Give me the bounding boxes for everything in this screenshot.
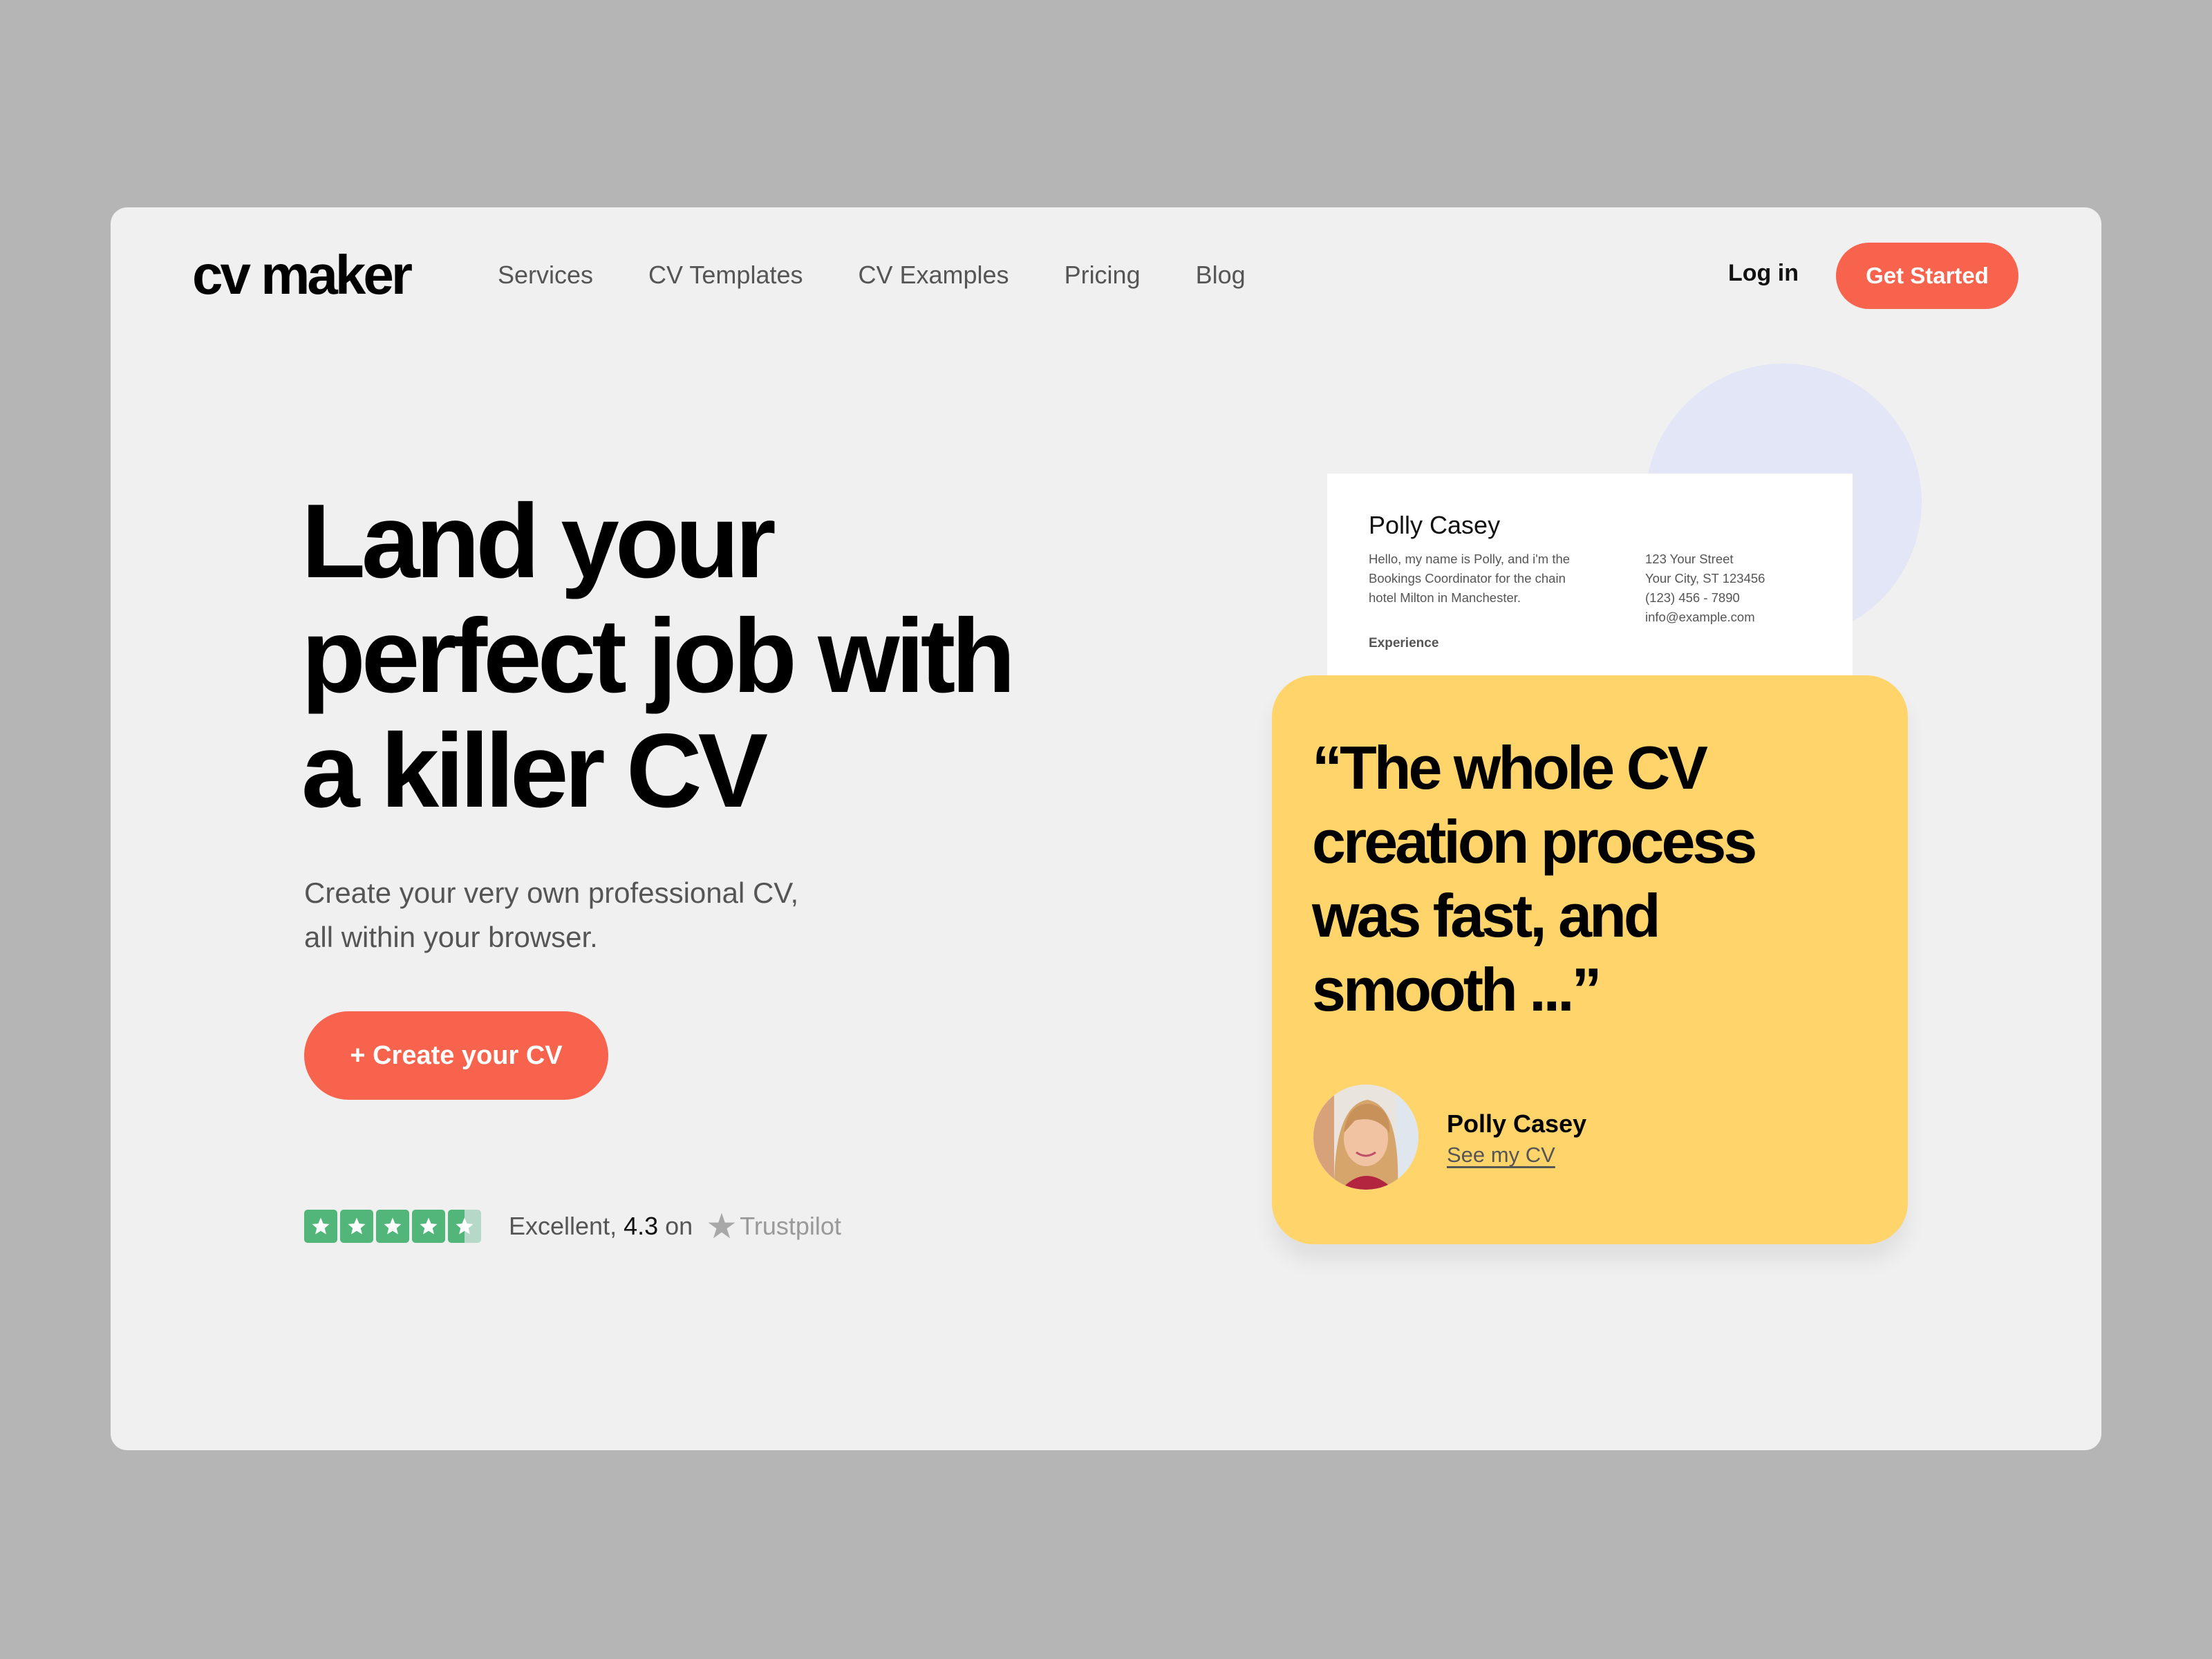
half-star-icon — [448, 1210, 481, 1243]
quote-line: was fast, and — [1312, 881, 1661, 950]
nav-item-cv-examples[interactable]: CV Examples — [858, 263, 1009, 288]
rating-stars — [304, 1210, 481, 1243]
cv-section-heading: Experience — [1369, 636, 1439, 650]
avatar — [1313, 1085, 1418, 1190]
quote-line: “The whole CV — [1312, 733, 1708, 802]
headline-line: a killer CV — [301, 712, 768, 830]
trustpilot-rating[interactable]: Excellent, 4.3 on Trustpilot — [304, 1210, 841, 1243]
headline-line: perfect job with — [301, 597, 1015, 715]
hero-headline: Land your perfect job with a killer CV — [301, 482, 1015, 830]
star-icon — [304, 1210, 337, 1243]
cv-contact-line: Your City, ST 123456 — [1645, 571, 1765, 585]
rating-score: 4.3 — [624, 1212, 659, 1240]
trustpilot-star-icon — [708, 1212, 735, 1239]
nav-item-blog[interactable]: Blog — [1196, 263, 1246, 288]
star-icon — [340, 1210, 373, 1243]
quote-line: creation process — [1312, 807, 1757, 876]
logo[interactable]: cv maker — [192, 247, 413, 303]
cv-contact-line: 123 Your Street — [1645, 552, 1734, 566]
testimonial-quote: “The whole CV creation process was fast,… — [1312, 731, 1851, 1027]
landing-page: cv maker Services CV Templates CV Exampl… — [111, 207, 2101, 1450]
cv-bio-line: hotel Milton in Manchester. — [1369, 590, 1521, 605]
star-icon — [376, 1210, 409, 1243]
star-icon — [412, 1210, 445, 1243]
rating-on: on — [665, 1212, 693, 1240]
main-nav: Services CV Templates CV Examples Pricin… — [498, 263, 1246, 288]
cv-preview-document: Polly Casey Hello, my name is Polly, and… — [1327, 474, 1853, 695]
rating-label: Excellent, — [509, 1212, 617, 1240]
cv-contact-line: (123) 456 - 7890 — [1645, 590, 1740, 605]
quote-line: smooth ...” — [1312, 955, 1602, 1024]
see-my-cv-link[interactable]: See my CV — [1447, 1143, 1555, 1168]
nav-item-services[interactable]: Services — [498, 263, 593, 288]
cv-bio-line: Bookings Coordinator for the chain — [1369, 571, 1566, 585]
avatar-photo — [1313, 1085, 1418, 1190]
cv-contact: 123 Your Street Your City, ST 123456 (12… — [1645, 550, 1765, 627]
get-started-button[interactable]: Get Started — [1836, 243, 2018, 309]
hero-subtitle: Create your very own professional CV, al… — [304, 871, 798, 959]
cv-name: Polly Casey — [1369, 511, 1501, 539]
cv-contact-line: info@example.com — [1645, 610, 1755, 624]
testimonial-card: “The whole CV creation process was fast,… — [1272, 675, 1908, 1244]
rating-text: Excellent, 4.3 on — [509, 1212, 693, 1241]
nav-item-cv-templates[interactable]: CV Templates — [648, 263, 803, 288]
cv-bio: Hello, my name is Polly, and i'm the Boo… — [1369, 550, 1597, 608]
cv-bio-line: Hello, my name is Polly, and i'm the — [1369, 552, 1571, 566]
login-link[interactable]: Log in — [1728, 260, 1799, 287]
testimonial-author-name: Polly Casey — [1447, 1109, 1587, 1138]
subtitle-line: Create your very own professional CV, — [304, 877, 799, 909]
headline-line: Land your — [301, 482, 776, 600]
trustpilot-wordmark: Trustpilot — [740, 1212, 841, 1240]
nav-item-pricing[interactable]: Pricing — [1065, 263, 1141, 288]
create-cv-button[interactable]: + Create your CV — [304, 1011, 608, 1100]
trustpilot-logo: Trustpilot — [706, 1211, 841, 1241]
subtitle-line: all within your browser. — [304, 921, 598, 953]
